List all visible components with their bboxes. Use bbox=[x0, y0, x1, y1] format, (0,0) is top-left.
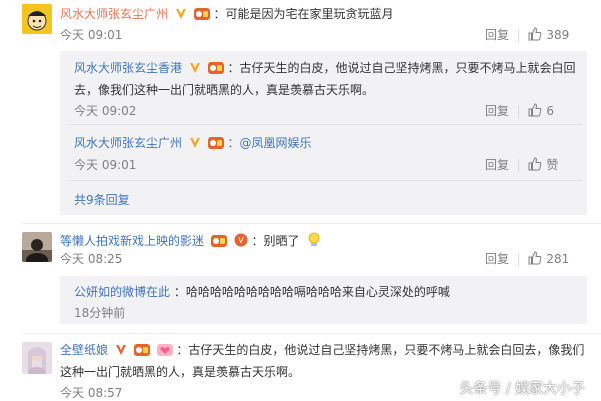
comment-text-row: 等懒人拍戏新戏上映的影迷 V ：别晒了 bbox=[60, 231, 322, 251]
svg-text:V: V bbox=[238, 236, 244, 245]
vip-badge-icon bbox=[175, 8, 187, 24]
divider bbox=[70, 180, 583, 181]
reply-text-row: 风水大师张玄尘香港 ：古仔天生的白皮，他说过自己坚持烤黑，只要不烤马上就会白回 bbox=[74, 60, 576, 78]
reply-body: ：哈哈哈哈哈哈哈哈哈嗝哈哈哈来自心灵深处的呼喊 bbox=[173, 285, 450, 299]
more-replies-link[interactable]: 共9条回复 bbox=[74, 192, 130, 208]
reply-button[interactable]: 回复 bbox=[485, 27, 509, 43]
like-count: 389 bbox=[546, 28, 570, 42]
reply-body: ：古仔天生的白皮，他说过自己坚持烤黑，只要不烤马上就会白回 bbox=[227, 61, 576, 75]
avatar[interactable] bbox=[22, 4, 52, 34]
divider: | bbox=[512, 252, 525, 266]
reply-text-row: 公妍如的微博在此 ：哈哈哈哈哈哈哈哈哈嗝哈哈哈来自心灵深处的呼喊 bbox=[74, 284, 450, 300]
vip-badge-icon bbox=[189, 137, 201, 153]
like-button[interactable]: 389 bbox=[528, 27, 570, 42]
comment-body: ：古仔天生的白皮，他说过自己坚持烤黑，只要不烤马上就会白回去，像我们 bbox=[176, 343, 585, 357]
divider: | bbox=[512, 28, 525, 42]
vip-badge-icon bbox=[189, 62, 201, 78]
comment-body: ：别晒了 bbox=[251, 234, 300, 248]
thumbs-up-icon bbox=[528, 157, 542, 171]
comment-time: 今天 08:25 bbox=[60, 252, 123, 266]
like-button[interactable]: 赞 bbox=[528, 157, 559, 172]
comment-body: ：可能是因为宅在家里玩贪玩蓝月 bbox=[213, 7, 394, 21]
like-label: 赞 bbox=[546, 158, 559, 172]
thumbs-up-icon bbox=[528, 103, 542, 117]
level-badge-icon bbox=[133, 344, 150, 360]
reply-time: 18分钟前 bbox=[74, 306, 126, 320]
thumbs-up-icon bbox=[528, 27, 542, 41]
divider bbox=[22, 333, 601, 334]
like-button[interactable]: 6 bbox=[528, 103, 554, 118]
username-link[interactable]: 等懒人拍戏新戏上映的影迷 bbox=[60, 234, 204, 248]
reply-actions: 回复 | 赞 bbox=[485, 157, 558, 173]
mention-link[interactable]: ：@凤凰网娱乐 bbox=[228, 136, 312, 150]
avatar[interactable] bbox=[22, 342, 52, 374]
comment-text-row: 全壁纸娘 ：古仔天生的白皮，他说过自己坚持烤黑，只要不烤马上就会白回去，像我们 bbox=[60, 342, 584, 360]
fan-badge-icon: V bbox=[234, 233, 248, 251]
reply-button[interactable]: 回复 bbox=[485, 103, 509, 119]
divider: | bbox=[512, 158, 525, 172]
username-link[interactable]: 风水大师张玄尘香港 bbox=[74, 61, 182, 75]
comment-text-row: 风水大师张玄尘广州 ：可能是因为宅在家里玩贪玩蓝月 bbox=[60, 6, 394, 24]
thumbs-up-icon bbox=[528, 251, 542, 265]
level-badge-icon bbox=[193, 8, 210, 24]
level-badge-icon bbox=[207, 137, 224, 153]
reply-body-continued: 去，像我们这种一出门就晒黑的人，真是羡慕古天乐啊。 bbox=[74, 83, 375, 97]
like-button[interactable]: 281 bbox=[528, 251, 570, 266]
like-count: 281 bbox=[546, 252, 570, 266]
reply-button[interactable]: 回复 bbox=[485, 157, 509, 173]
username-link[interactable]: 风水大师张玄尘广州 bbox=[74, 136, 182, 150]
reply-text-row: 风水大师张玄尘广州 ：@凤凰网娱乐 bbox=[74, 135, 312, 153]
divider bbox=[70, 124, 583, 125]
divider bbox=[22, 223, 601, 224]
watermark: 头条号 / 娱家大小子 bbox=[459, 381, 585, 397]
comment-actions: 回复 | 389 bbox=[485, 27, 569, 43]
level-badge-icon bbox=[207, 62, 224, 78]
reply-time: 今天 09:02 bbox=[74, 104, 137, 118]
avatar[interactable] bbox=[22, 232, 52, 262]
heart-badge-icon bbox=[156, 344, 173, 360]
vip-badge-icon bbox=[115, 344, 127, 360]
reply-actions: 回复 | 6 bbox=[485, 103, 554, 119]
comment-time: 今天 08:57 bbox=[60, 386, 123, 400]
reply-button[interactable]: 回复 bbox=[485, 251, 509, 267]
comment-time: 今天 09:01 bbox=[60, 28, 123, 42]
level-badge-icon bbox=[210, 235, 227, 251]
divider: | bbox=[512, 104, 525, 118]
comment-actions: 回复 | 281 bbox=[485, 251, 569, 267]
comment-body-continued: 这种一出门就晒黑的人，真是羡慕古天乐啊。 bbox=[60, 365, 301, 379]
sun-emoji-icon bbox=[306, 231, 322, 251]
username-link[interactable]: 全壁纸娘 bbox=[60, 343, 108, 357]
username-link[interactable]: 公妍如的微博在此 bbox=[74, 285, 170, 299]
username-link[interactable]: 风水大师张玄尘广州 bbox=[60, 7, 168, 21]
like-count: 6 bbox=[546, 104, 554, 118]
reply-time: 今天 09:01 bbox=[74, 158, 137, 172]
